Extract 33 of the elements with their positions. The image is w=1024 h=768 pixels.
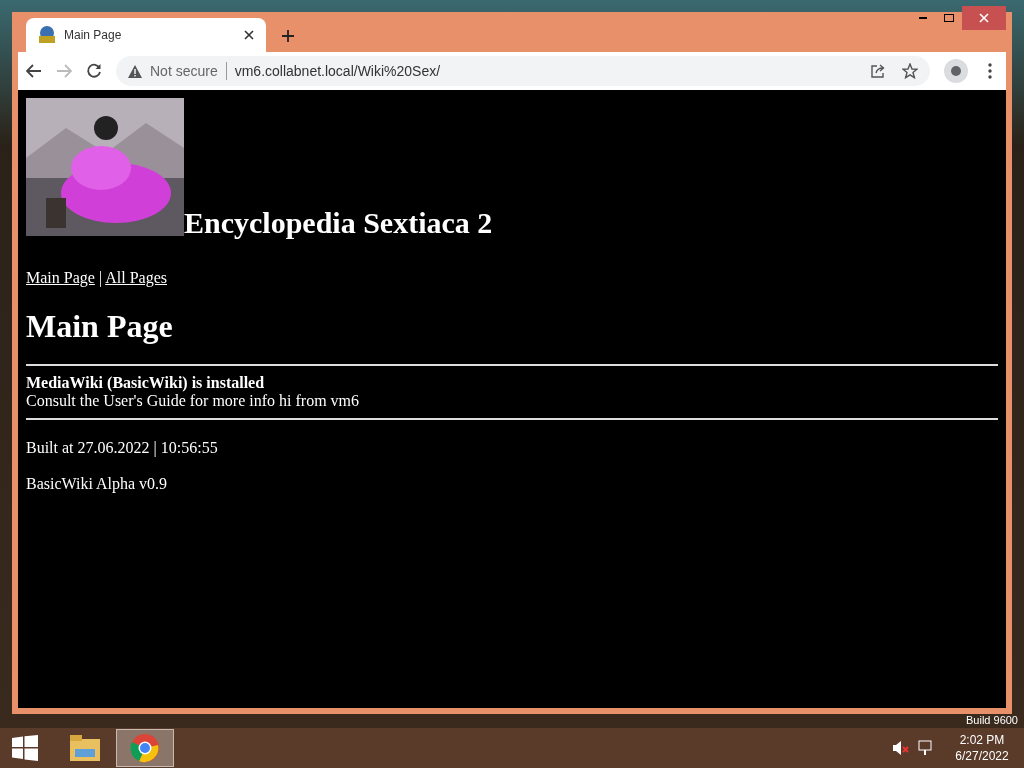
close-icon[interactable] <box>244 30 254 40</box>
nav-link[interactable]: Main Page <box>26 269 95 286</box>
network-icon[interactable] <box>918 740 934 756</box>
notice-text: Consult the User's Guide for more info hi from vm6 <box>26 392 361 410</box>
url-text: vm6.collabnet.local/Wiki%20Sex/ <box>234 61 442 81</box>
tab-title: Main Page <box>64 27 123 44</box>
reload-icon[interactable] <box>86 63 102 79</box>
security-label: Not secure <box>150 61 218 81</box>
notice-title: MediaWiki (BasicWiki) is installed <box>26 374 266 392</box>
warning-icon <box>128 64 142 78</box>
windows-start-icon[interactable] <box>12 735 38 761</box>
profile-icon[interactable] <box>944 59 968 83</box>
version-text: BasicWiki Alpha v0.9 <box>26 474 169 495</box>
share-icon[interactable] <box>871 64 886 78</box>
folder-icon <box>69 733 101 763</box>
back-icon[interactable] <box>26 64 42 78</box>
taskbar-app[interactable] <box>116 729 174 767</box>
browser-tab[interactable]: Main Page <box>26 18 266 52</box>
site-title: Encyclopedia Sextiaca 2 <box>184 208 493 238</box>
nav-separator: | <box>98 269 103 286</box>
muted-speaker-icon[interactable] <box>892 740 910 756</box>
nav-link[interactable]: All Pages <box>105 269 167 286</box>
new-tab-icon[interactable] <box>282 30 294 42</box>
clock-time[interactable]: 2:02 PM <box>959 732 1005 748</box>
menu-icon[interactable] <box>988 63 992 79</box>
desktop-build-text: Build 9600 <box>966 713 1018 727</box>
close-icon <box>979 13 989 23</box>
star-icon[interactable] <box>902 63 918 79</box>
page-heading: Main Page <box>26 307 174 346</box>
build-info: Built at 27.06.2022 | 10:56:55 <box>26 438 219 459</box>
chrome-icon <box>130 733 160 763</box>
clock-date[interactable]: 6/27/2022 <box>955 748 1009 764</box>
address-bar[interactable]: Not secure vm6.collabnet.local/Wiki%20Sex/ <box>116 56 930 86</box>
